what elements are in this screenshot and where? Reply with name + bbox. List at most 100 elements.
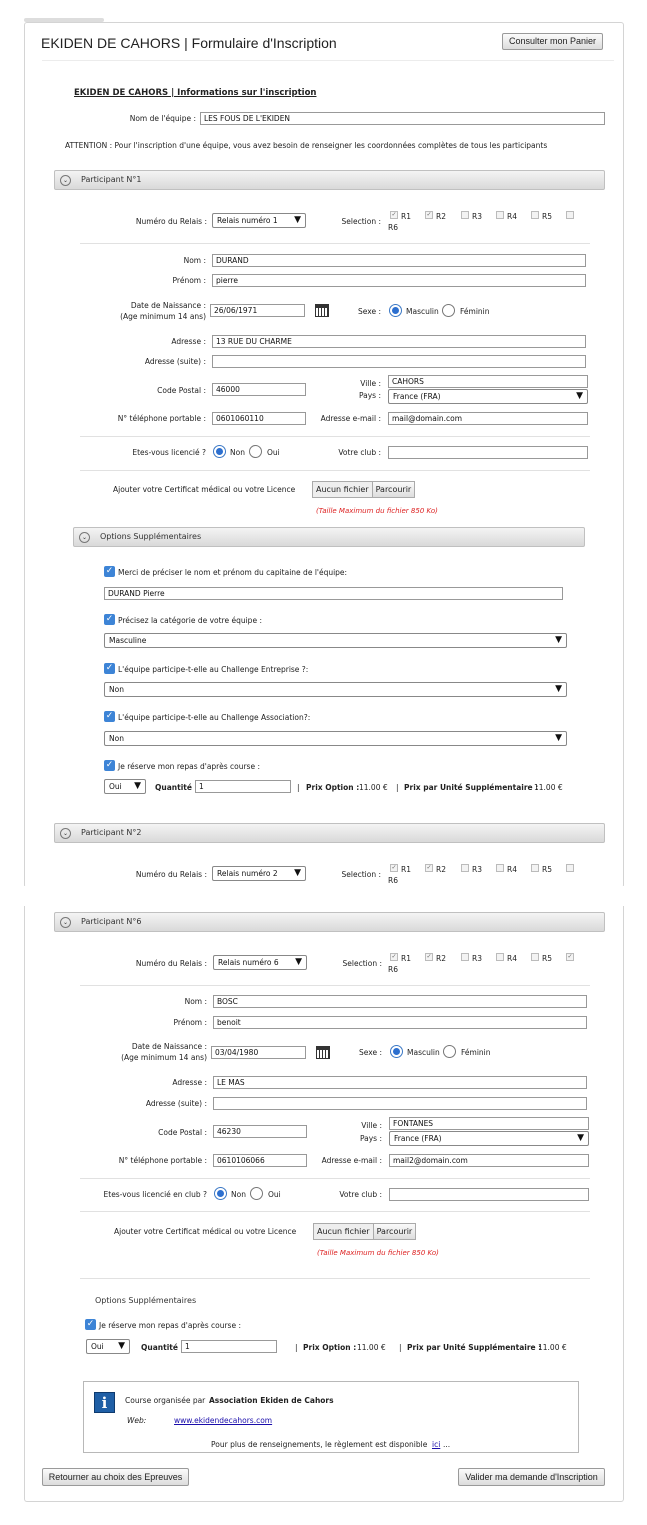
club-label: Votre club : [338,448,381,457]
feminin-label: Féminin [461,1048,491,1057]
reglement-link[interactable]: ici [432,1440,440,1449]
captain-checkbox[interactable]: ✓ [104,566,115,577]
ville-label: Ville : [361,1121,382,1130]
r6-label: R6 [388,965,398,974]
collapse-icon: ⌄ [60,828,71,839]
ville-input[interactable]: FONTANES [389,1117,589,1130]
prix-unite-value: 11.00 € [538,1343,567,1352]
section-title: EKIDEN DE CAHORS | Informations sur l'in… [74,88,317,98]
captain-input[interactable]: DURAND Pierre [104,587,563,600]
nom-input[interactable]: BOSC [213,995,587,1008]
relay-select[interactable]: Relais numéro 6 ▼ [213,955,307,970]
club-input[interactable] [388,446,588,459]
repas-select[interactable]: Oui ▼ [104,779,146,794]
website-link[interactable]: www.ekidendecahors.com [174,1416,272,1425]
adresse2-input[interactable] [213,1097,587,1110]
info-text: Pour plus de renseignements, le règlemen… [211,1440,428,1449]
association-checkbox[interactable]: ✓ [104,711,115,722]
category-select[interactable]: Masculine ▼ [104,633,567,648]
feminin-radio[interactable] [442,304,455,317]
participant-1-header[interactable]: ⌄ Participant N°1 [54,170,605,190]
category-label: Précisez la catégorie de votre équipe : [118,616,262,625]
r2-checkbox[interactable]: ✓ [425,211,433,219]
relay-select[interactable]: Relais numéro 1 ▼ [212,213,306,228]
back-button[interactable]: Retourner au choix des Epreuves [42,1468,189,1486]
r4-checkbox[interactable] [496,864,504,872]
prix-option-label: Prix Option : [303,1343,357,1352]
pays-select[interactable]: France (FRA) ▼ [388,389,588,404]
cp-input[interactable]: 46000 [212,383,306,396]
quantite-input[interactable]: 1 [181,1340,277,1353]
dob-input[interactable]: 26/06/1971 [210,304,305,317]
licence-non-radio[interactable] [213,445,226,458]
pays-select[interactable]: France (FRA) ▼ [389,1131,589,1146]
r4-checkbox[interactable] [496,953,504,961]
licence-non-radio[interactable] [214,1187,227,1200]
r5-checkbox[interactable] [531,211,539,219]
r4-checkbox[interactable] [496,211,504,219]
selection-label: Selection : [342,959,382,968]
r5-checkbox[interactable] [531,864,539,872]
licence-oui-label: Oui [268,1190,281,1199]
options-header[interactable]: ⌄ Options Supplémentaires [73,527,585,547]
dob-input[interactable]: 03/04/1980 [211,1046,306,1059]
relay-select[interactable]: Relais numéro 2 ▼ [212,866,306,881]
cert-label: Ajouter votre Certificat médical ou votr… [113,485,296,494]
club-input[interactable] [389,1188,589,1201]
r6-checkbox[interactable] [566,864,574,872]
calendar-icon[interactable] [315,304,329,317]
participant-2-header[interactable]: ⌄ Participant N°2 [54,823,605,843]
submit-button[interactable]: Valider ma demande d'Inscription [458,1468,605,1486]
cert-file-input[interactable]: Aucun fichier Parcourir [312,481,416,498]
repas-checkbox[interactable]: ✓ [104,760,115,771]
feminin-radio[interactable] [443,1045,456,1058]
licence-oui-radio[interactable] [250,1187,263,1200]
separator: | [295,1343,298,1352]
participant-6-header[interactable]: ⌄ Participant N°6 [54,912,605,932]
r3-checkbox[interactable] [461,211,469,219]
prenom-input[interactable]: pierre [212,274,586,287]
quantite-input[interactable]: 1 [195,780,291,793]
licence-non-label: Non [231,1190,246,1199]
r6-checkbox[interactable]: ✓ [566,953,574,961]
association-label: L'équipe participe-t-elle au Challenge A… [118,713,311,722]
calendar-icon[interactable] [316,1046,330,1059]
prenom-input[interactable]: benoit [213,1016,587,1029]
licence-oui-radio[interactable] [249,445,262,458]
r1-checkbox[interactable]: ✓ [390,211,398,219]
divider [80,436,590,437]
repas-checkbox[interactable]: ✓ [85,1319,96,1330]
attention-text: ATTENTION : Pour l'inscription d'une équ… [65,141,548,150]
entreprise-checkbox[interactable]: ✓ [104,663,115,674]
collapse-icon: ⌄ [60,175,71,186]
r2-checkbox[interactable]: ✓ [425,864,433,872]
r6-checkbox[interactable] [566,211,574,219]
entreprise-select[interactable]: Non ▼ [104,682,567,697]
r1-checkbox[interactable]: ✓ [390,864,398,872]
ville-input[interactable]: CAHORS [388,375,588,388]
masculin-radio[interactable] [390,1045,403,1058]
adresse2-input[interactable] [212,355,586,368]
adresse-input[interactable]: LE MAS [213,1076,587,1089]
r1-checkbox[interactable]: ✓ [390,953,398,961]
separator: | [396,783,399,792]
cert-file-input[interactable]: Aucun fichier Parcourir [313,1223,417,1240]
nom-input[interactable]: DURAND [212,254,586,267]
masculin-radio[interactable] [389,304,402,317]
tel-input[interactable]: 0601060110 [212,412,306,425]
team-name-input[interactable]: LES FOUS DE L'EKIDEN [200,112,605,125]
cart-button[interactable]: Consulter mon Panier [502,33,603,50]
adresse-input[interactable]: 13 RUE DU CHARME [212,335,586,348]
email-input[interactable]: mail2@domain.com [389,1154,589,1167]
email-input[interactable]: mail@domain.com [388,412,588,425]
r5-checkbox[interactable] [531,953,539,961]
r3-checkbox[interactable] [461,864,469,872]
r2-checkbox[interactable]: ✓ [425,953,433,961]
category-checkbox[interactable]: ✓ [104,614,115,625]
tel-input[interactable]: 0610106066 [213,1154,307,1167]
cp-input[interactable]: 46230 [213,1125,307,1138]
repas-select[interactable]: Oui ▼ [86,1339,130,1354]
r3-checkbox[interactable] [461,953,469,961]
divider [80,1178,590,1179]
association-select[interactable]: Non ▼ [104,731,567,746]
